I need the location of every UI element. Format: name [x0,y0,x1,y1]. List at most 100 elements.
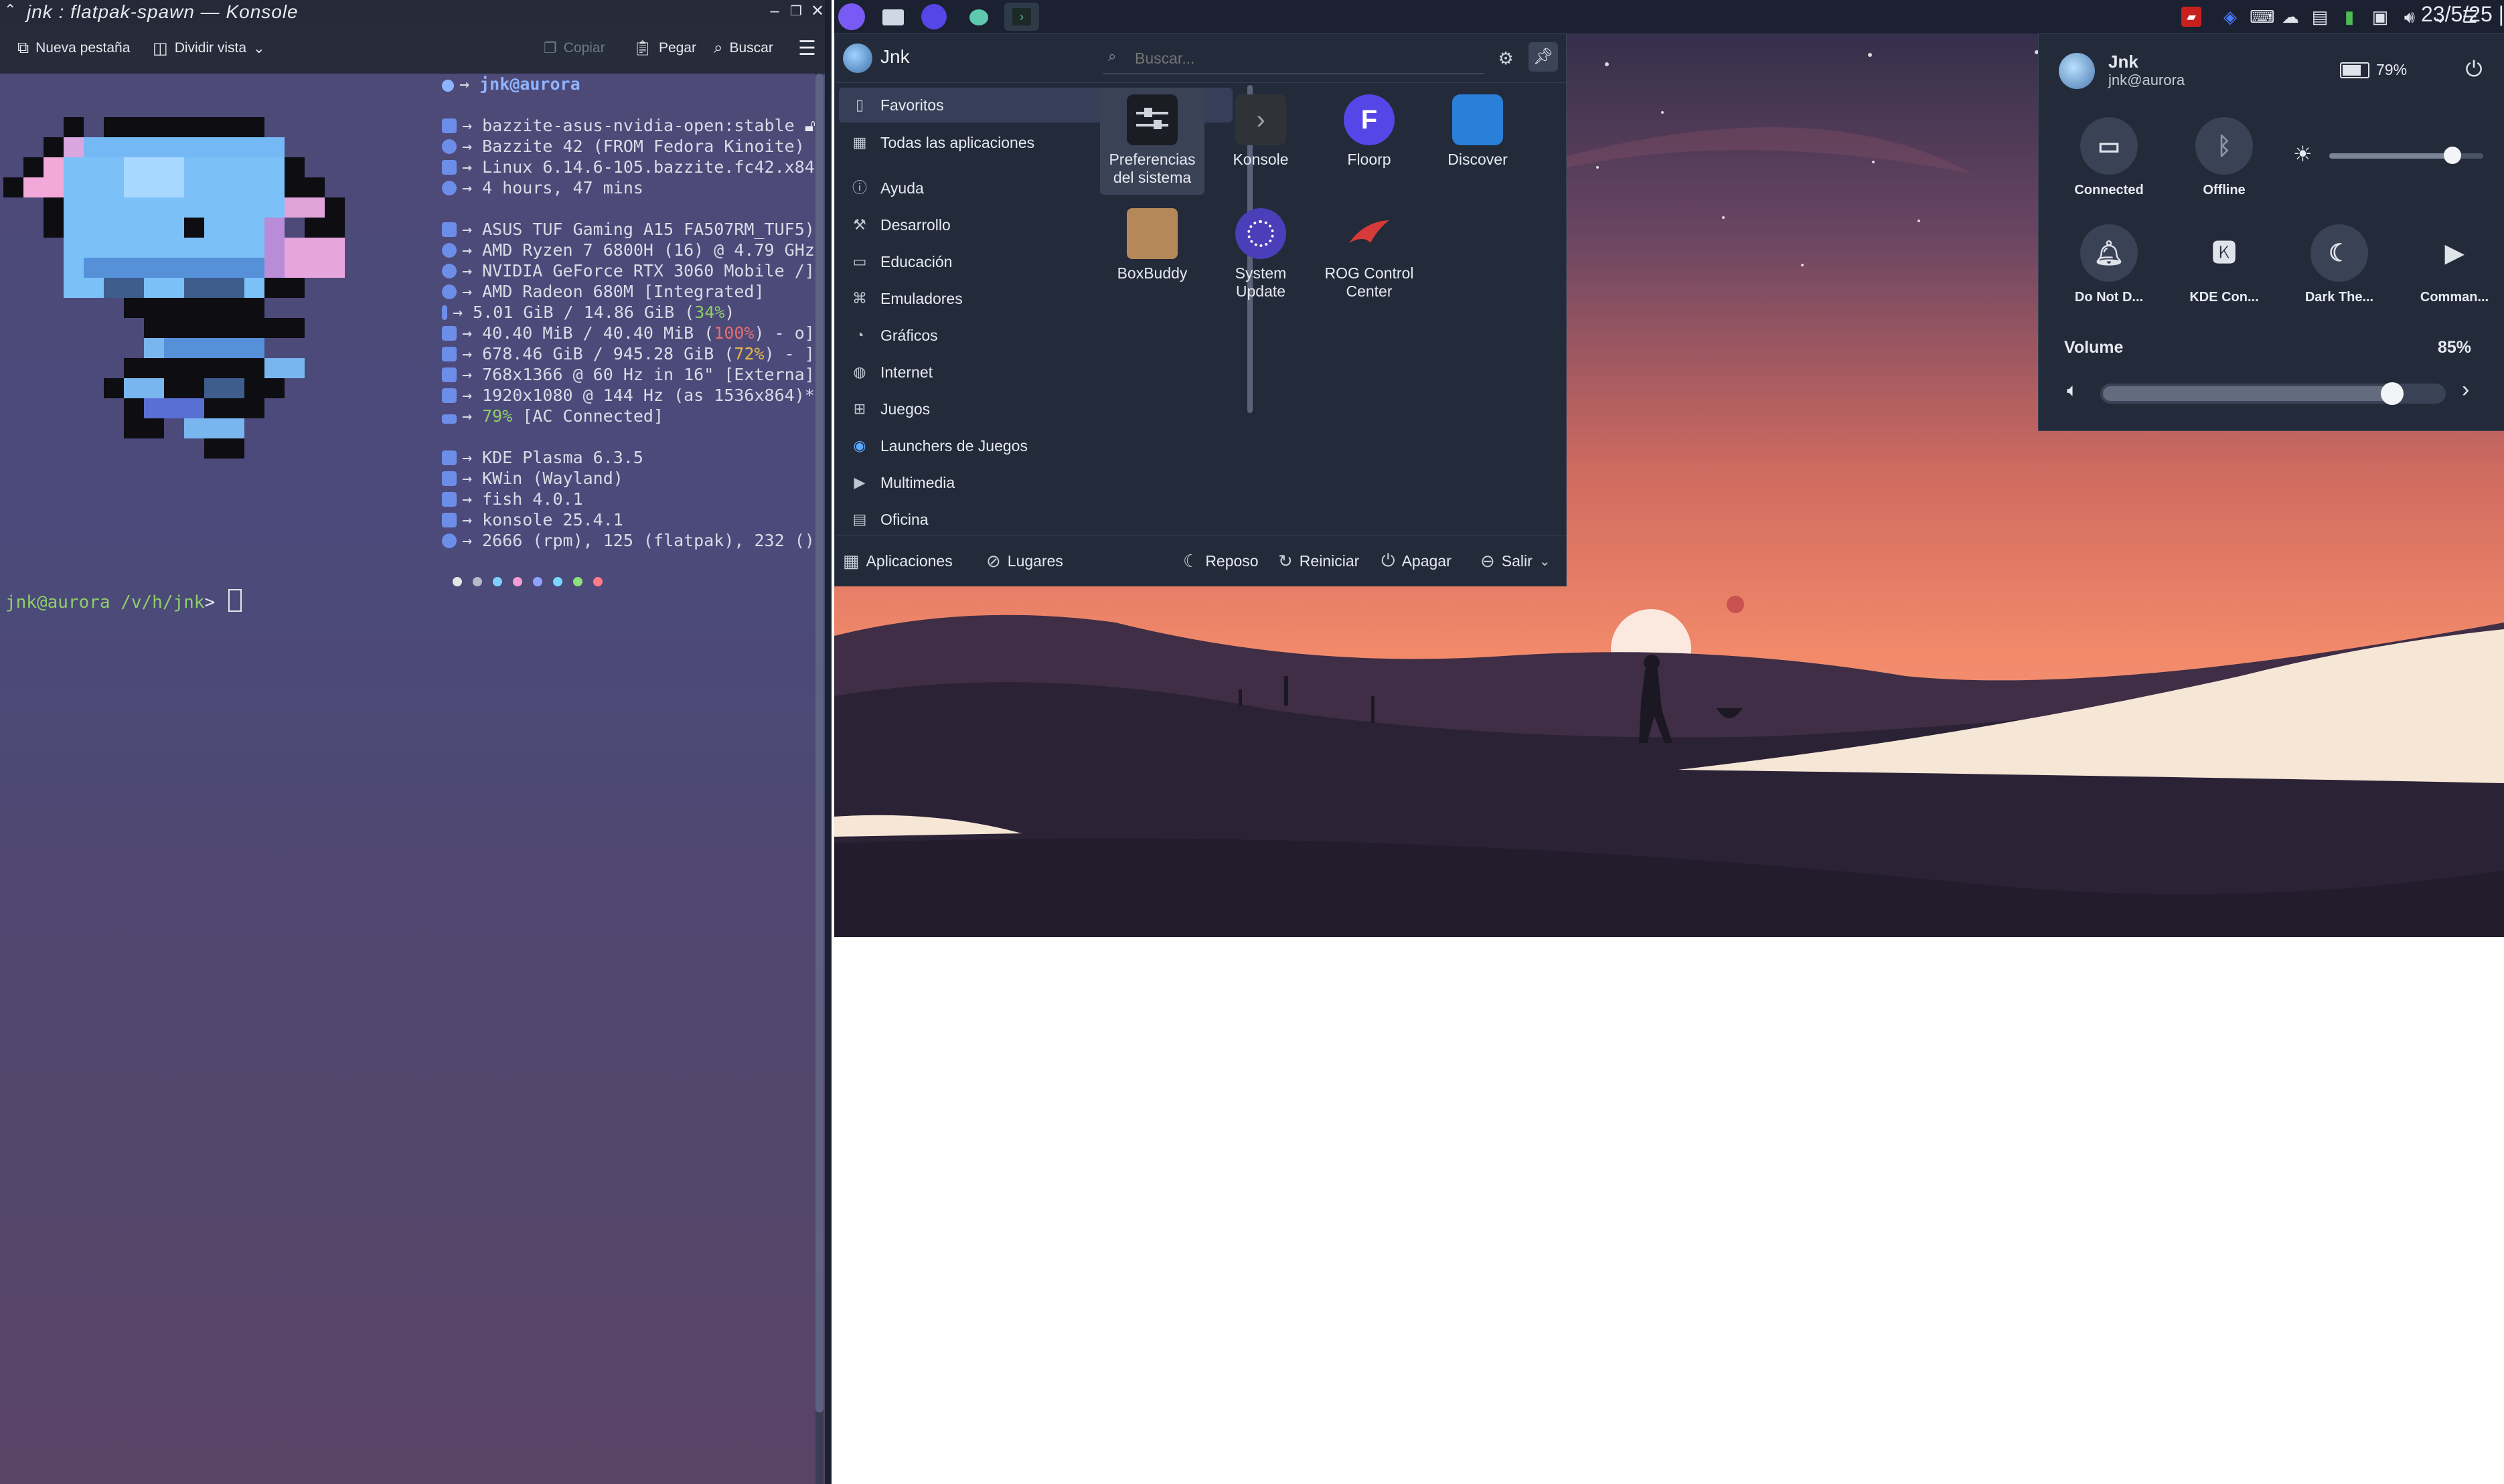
copy-icon: ❐ [544,39,557,56]
display-tray-icon[interactable]: ▣ [2370,7,2390,27]
brightness-knob[interactable] [2444,147,2461,164]
bluetooth-icon: ᛒ [2195,117,2253,175]
sysinfo-user-line: → jnk@aurora [442,74,580,94]
konsole-toolbar: ⧉ Nueva pestaña ◫ Dividir vista ⌄ ❐ Copi… [0,24,832,74]
volume-fill [2103,386,2392,401]
window-menu-icon[interactable]: ⌃ [4,1,16,19]
volume-value: 85% [2438,338,2472,357]
sysinfo-line: → ASUS TUF Gaming A15 FA507RM_TUF5) [442,219,815,240]
terminal-area[interactable]: → jnk@aurora → bazzite-asus-nvidia-open:… [0,74,815,1484]
power-icon[interactable]: ⏻ [2459,54,2489,84]
toggle-network[interactable]: ▭ Connected [2059,117,2159,198]
speaker-icon[interactable]: 🔈︎ [2067,380,2078,402]
pin-icon[interactable]: 📌︎ [1529,42,1558,72]
weather-tray-icon[interactable]: ☁ [2280,7,2300,27]
globe-icon: ◍ [853,363,866,380]
chevron-right-icon[interactable]: › [2462,377,2469,403]
battery-percent: 79% [2376,61,2408,78]
sysinfo-user: jnk@aurora [479,74,580,94]
volume-tray-icon[interactable]: 🔊︎ [2400,7,2420,27]
chevron-down-icon[interactable]: ⌄ [2430,7,2450,27]
avatar[interactable] [843,44,872,73]
avatar[interactable] [2059,53,2095,89]
category-game-launchers[interactable]: ◉ Launchers de Juegos [839,428,1233,463]
toggle-do-not-disturb[interactable]: 🔔︎ Do Not D... [2059,224,2159,305]
qs-user-name: Jnk [2108,52,2138,72]
search-input[interactable] [1133,46,1471,70]
maximize-icon[interactable]: ❐ [787,3,805,20]
konsole-taskbar-icon[interactable]: › [1004,3,1039,31]
launcher-search-field[interactable]: ⌕ [1103,44,1484,74]
category-office[interactable]: ▤ Oficina [839,502,1233,537]
palette-dot [513,577,522,586]
app-floorp[interactable]: F Floorp [1317,88,1421,169]
shutdown-button[interactable]: ⏻ Apagar [1381,549,1452,573]
window-title: jnk : flatpak-spawn — Konsole [27,1,299,22]
category-graphics[interactable]: ◔ Gráficos [839,318,1233,353]
restart-button[interactable]: ↻ Reiniciar [1278,549,1359,573]
rog-tray-icon[interactable]: ▰ [2181,7,2201,27]
split-view-button[interactable]: ◫ Dividir vista ⌄ [153,36,265,60]
app-rog-control-center[interactable]: ROG Control Center [1317,201,1421,301]
nvidia-tray-icon[interactable]: ◈ [2220,7,2240,27]
battery-fill [2343,64,2361,76]
toggle-kde-connect[interactable]: 🅺︎ KDE Con... [2174,224,2274,305]
quick-settings-tray-icon[interactable]: ☰ [2460,7,2480,27]
window-titlebar[interactable]: ⌃ jnk : flatpak-spawn — Konsole – ❐ ✕ [0,0,832,24]
app-discover[interactable]: Discover [1425,88,1530,169]
floorp-icon: F [1344,94,1395,145]
sysinfo-swap-line: → 40.40 MiB / 40.40 MiB (100%) - o] [442,323,815,343]
app-boxbuddy[interactable]: BoxBuddy [1100,201,1204,282]
lock-icon: 🔓︎ [794,116,815,135]
sysinfo-line: → AMD Ryzen 7 6800H (16) @ 4.79 GHz [442,240,815,260]
tab-places[interactable]: ⊘ Lugares [986,549,1063,573]
terminal-tray-icon[interactable]: ⌨ [2250,7,2275,27]
floorp-taskbar-icon[interactable] [921,4,947,29]
category-games[interactable]: ⊞ Juegos [839,392,1233,426]
search-label: Buscar [729,40,773,56]
battery-tray-icon[interactable]: ▮ [2339,7,2359,27]
app-label: ROG Control Center [1324,264,1414,300]
palette-dot [493,577,502,586]
command-icon: ▶ [2445,239,2464,266]
toggle-dark-theme[interactable]: ☾ Dark The... [2289,224,2390,305]
hamburger-menu-icon[interactable]: ☰ [798,36,816,60]
configure-icon[interactable]: ⚙ [1492,45,1519,72]
search-button[interactable]: ⌕ Buscar [714,36,773,60]
category-internet[interactable]: ◍ Internet [839,355,1233,390]
logout-button[interactable]: ⊖ Salir ⌄ [1480,549,1551,573]
paste-icon: 📋︎ [633,39,652,56]
battery-status[interactable]: 79% [2340,61,2407,79]
clipboard-tray-icon[interactable]: ▤ [2310,7,2330,27]
network-icon: ▭ [2080,117,2138,175]
application-launcher: Jnk ⌕ ⚙ 📌︎ ▯Favoritos ▦Todas las aplicac… [834,33,1567,586]
shell-prompt[interactable]: jnk@aurora /v/h/jnk> [5,589,242,612]
brightness-fill [2329,153,2452,159]
app-konsole[interactable]: › Konsole [1208,88,1313,169]
toggle-command[interactable]: ▶ Comman... [2404,224,2504,305]
top-panel: › 23/5/25 | 12:40 ▰ ◈ ⌨ ☁ ▤ ▮ ▣ 🔊︎ ⌄ ☰ [834,0,2504,33]
scrollbar-thumb[interactable] [815,74,824,1412]
sysinfo-line: → 4 hours, 47 mins [442,177,643,198]
file-manager-icon[interactable] [878,3,908,31]
sleep-button[interactable]: ☾ Reposo [1183,549,1259,573]
launcher-button-icon[interactable] [838,3,865,30]
new-tab-button[interactable]: ⧉ Nueva pestaña [17,36,130,60]
volume-knob[interactable] [2381,382,2404,405]
settings-icon [1127,94,1178,145]
app-label: Preferencias del sistema [1109,151,1196,186]
category-emulators[interactable]: ⌘ Emuladores [839,281,1233,316]
sysinfo-mem-line: → 5.01 GiB / 14.86 GiB (34%) [442,302,734,323]
app-system-settings[interactable]: Preferencias del sistema [1100,88,1204,195]
sysinfo-line: → KDE Plasma 6.3.5 [442,447,643,468]
app-system-update[interactable]: System Update [1208,201,1313,301]
compass-icon: ⊘ [986,550,1001,571]
paw-app-icon[interactable] [964,3,994,31]
paste-button[interactable]: 📋︎ Pegar [633,36,696,60]
copy-button[interactable]: ❐ Copiar [544,36,605,60]
minimize-icon[interactable]: – [766,3,783,20]
category-multimedia[interactable]: ▶ Multimedia [839,465,1233,500]
tab-applications[interactable]: ▦ Aplicaciones [843,549,953,573]
toggle-bluetooth[interactable]: ᛒ Offline [2174,117,2274,198]
close-icon[interactable]: ✕ [809,3,826,20]
